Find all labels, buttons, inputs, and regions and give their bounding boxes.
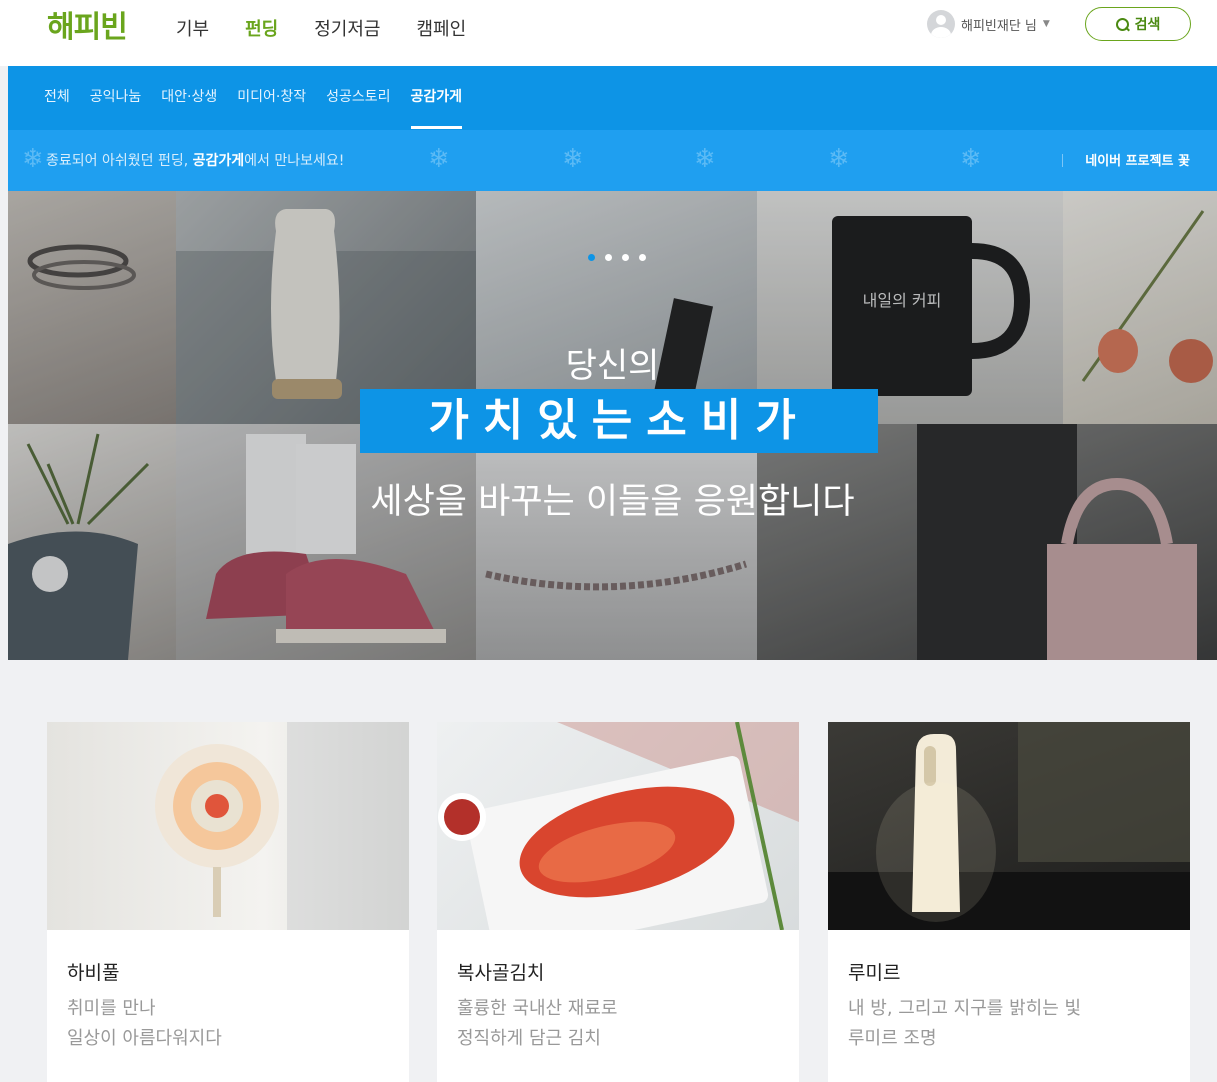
search-button[interactable]: 검색 (1085, 7, 1191, 41)
slide-dot[interactable] (605, 254, 612, 261)
card-description: 내 방, 그리고 지구를 밝히는 빛 루미르 조명 (848, 994, 1081, 1054)
naver-project-label: 네이버 프로젝트 꽃 (1085, 154, 1190, 169)
tab-all[interactable]: 전체 (44, 86, 70, 106)
card-image[interactable] (828, 722, 1190, 930)
snowflake-icon: ❄ (562, 144, 584, 174)
promo-text[interactable]: 종료되어 아쉬웠던 펀딩, 공감가게에서 만나보세요! (46, 150, 344, 170)
tab-media-creation[interactable]: 미디어·창작 (237, 86, 306, 106)
card-title[interactable]: 루미르 (848, 958, 900, 985)
category-nav: 전체 공익나눔 대안·상생 미디어·창작 성공스토리 공감가게 (8, 66, 1217, 130)
snowflake-icon: ❄ (694, 144, 716, 174)
store-card-boksagol-kimchi[interactable]: 복사골김치 훌륭한 국내산 재료로 정직하게 담근 김치 (437, 722, 799, 1082)
promo-text-bold: 공감가게 (192, 153, 245, 169)
nav-donate[interactable]: 기부 (176, 15, 209, 41)
main-nav: 기부 펀딩 정기저금 캠페인 (176, 15, 466, 41)
slide-dot[interactable] (622, 254, 629, 261)
weaving-graphic (155, 722, 409, 930)
kimchi-graphic (438, 722, 799, 930)
card-desc-line: 내 방, 그리고 지구를 밝히는 빛 (848, 998, 1082, 1019)
slide-indicator[interactable] (588, 254, 646, 261)
promo-banner[interactable]: ❄ ❄ ❄ ❄ ❄ ❄ 종료되어 아쉬웠던 펀딩, 공감가게에서 만나보세요! … (8, 130, 1217, 191)
search-icon (1115, 17, 1129, 31)
card-desc-line: 취미를 만나 (67, 998, 156, 1019)
hero-banner[interactable]: 내일의 커피 당신의 가치있는소비가 세상을 바꾸는 이들을 응원합니다 (8, 191, 1217, 660)
card-description: 취미를 만나 일상이 아름다워지다 (67, 994, 222, 1054)
hero-heading-line3: 세상을 바꾸는 이들을 응원합니다 (370, 482, 855, 522)
card-title[interactable]: 복사골김치 (457, 958, 544, 985)
card-desc-line: 훌륭한 국내산 재료로 (457, 998, 618, 1019)
card-desc-line: 정직하게 담근 김치 (457, 1028, 601, 1049)
tab-public-sharing[interactable]: 공익나눔 (90, 86, 142, 106)
snowflake-icon: ❄ (828, 144, 850, 174)
snowflake-icon: ❄ (428, 144, 450, 174)
card-desc-line: 일상이 아름다워지다 (67, 1028, 222, 1049)
chevron-down-icon[interactable]: ▼ (1043, 19, 1050, 29)
user-name[interactable]: 해피빈재단 님 (961, 15, 1037, 34)
snowflake-icon: ❄ (960, 144, 982, 174)
slide-dot[interactable] (639, 254, 646, 261)
tab-alternative[interactable]: 대안·상생 (161, 86, 217, 106)
naver-project-link[interactable]: 네이버 프로젝트 꽃 (1062, 150, 1190, 169)
nav-funding[interactable]: 펀딩 (245, 15, 278, 41)
tab-empathy-store[interactable]: 공감가게 (410, 86, 462, 129)
card-title[interactable]: 하비풀 (67, 958, 119, 985)
card-desc-line: 루미르 조명 (848, 1028, 937, 1049)
tab-success-story[interactable]: 성공스토리 (326, 86, 390, 106)
nav-regular-saving[interactable]: 정기저금 (314, 15, 380, 41)
store-card-habipul[interactable]: 하비풀 취미를 만나 일상이 아름다워지다 (47, 722, 409, 1082)
logo[interactable]: 해피빈 (47, 2, 128, 46)
search-button-label: 검색 (1134, 17, 1161, 33)
hero-heading-highlight: 가치있는소비가 (360, 389, 878, 453)
card-image[interactable] (47, 722, 409, 930)
snowflake-icon: ❄ (22, 144, 44, 174)
user-menu[interactable]: 해피빈재단 님 ▼ (927, 10, 1050, 38)
nav-campaign[interactable]: 캠페인 (417, 15, 467, 41)
avatar[interactable] (927, 10, 955, 38)
hero-heading-line1: 당신의 (565, 346, 660, 386)
store-card-lumir[interactable]: 루미르 내 방, 그리고 지구를 밝히는 빛 루미르 조명 (828, 722, 1190, 1082)
top-header: 해피빈 기부 펀딩 정기저금 캠페인 해피빈재단 님 ▼ 검색 (0, 0, 1217, 66)
promo-text-part: 종료되어 아쉬웠던 펀딩, (46, 153, 193, 169)
lamp-graphic (828, 722, 1190, 930)
promo-text-part: 에서 만나보세요! (244, 153, 345, 169)
card-description: 훌륭한 국내산 재료로 정직하게 담근 김치 (457, 994, 617, 1054)
divider (1062, 154, 1064, 167)
slide-dot[interactable] (588, 254, 595, 261)
card-image[interactable] (437, 722, 799, 930)
